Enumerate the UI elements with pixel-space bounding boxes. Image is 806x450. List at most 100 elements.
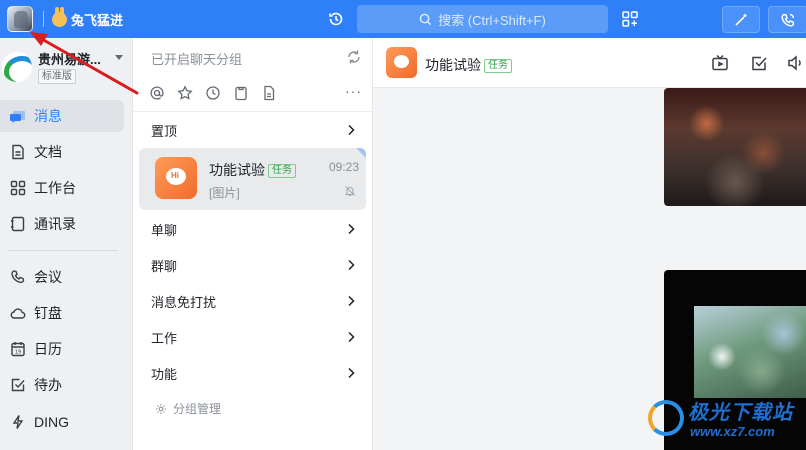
magic-wand-button[interactable] (722, 6, 760, 33)
nav-item-docs[interactable]: 文档 (0, 136, 124, 168)
watermark-text: 极光下载站 (688, 402, 793, 424)
nav-label: DING (34, 414, 69, 430)
at-mention-icon[interactable] (149, 85, 165, 101)
nav-label: 通讯录 (34, 216, 76, 232)
caret-down-icon[interactable] (115, 55, 123, 60)
nav-item-contacts[interactable]: 通讯录 (0, 208, 124, 240)
section-label: 消息免打扰 (151, 294, 217, 310)
section-dnd[interactable]: 消息免打扰 (133, 288, 373, 314)
chevron-right-icon (348, 124, 355, 136)
section-label: 工作 (151, 330, 178, 346)
nav-item-todo[interactable]: 待办 (0, 369, 124, 401)
org-short-name: 兔飞猛进 (71, 12, 124, 28)
chevron-right-icon (348, 223, 355, 235)
watermark-logo (648, 400, 684, 436)
conversation-item[interactable]: 功能试验任务 09:23 [图片] (139, 148, 366, 210)
section-label: 功能 (151, 366, 178, 382)
chevron-right-icon (348, 259, 355, 271)
doc-icon (8, 142, 28, 162)
top-bar: 兔飞猛进 搜索 (Ctrl+Shift+F) (0, 0, 806, 38)
refresh-icon[interactable] (346, 49, 362, 65)
conversation-time: 09:23 (329, 160, 360, 174)
pinned-corner-mark (356, 148, 366, 158)
message-image[interactable] (664, 88, 806, 206)
section-single-chat[interactable]: 单聊 (133, 216, 373, 242)
section-label: 群聊 (151, 258, 178, 274)
conversation-name: 功能试验 任务 (209, 160, 296, 180)
apps-icon[interactable] (621, 10, 639, 28)
chat-icon (8, 106, 28, 126)
clock-icon[interactable] (205, 85, 221, 101)
org-switcher[interactable]: 兔飞猛进 (52, 6, 124, 28)
edition-badge: 标准版 (38, 69, 76, 84)
filter-bar (149, 85, 277, 101)
section-function[interactable]: 功能 (133, 360, 373, 386)
nav-label: 消息 (34, 108, 62, 124)
rabbit-icon (52, 6, 67, 27)
more-icon[interactable]: ··· (345, 83, 362, 99)
history-icon[interactable] (327, 10, 345, 28)
section-pinned[interactable]: 置顶 (133, 117, 373, 143)
chat-title: 功能试验 任务 (425, 55, 512, 75)
search-placeholder: 搜索 (Ctrl+Shift+F) (438, 12, 546, 28)
magic-wand-icon (735, 13, 747, 26)
nav-item-ding[interactable]: DING (0, 406, 124, 438)
conversation-preview: [图片] (209, 186, 240, 200)
group-manage-label: 分组管理 (173, 402, 222, 416)
filter-divider (133, 111, 373, 112)
left-nav: 贵州易游... 标准版 消息 文档 工作台 通讯录 会议 钉盘 19 日历 待办… (0, 38, 133, 450)
conversation-panel: 已开启聊天分组 ··· 置顶 功能试验任务 09:23 [图片] 单聊 群聊 消… (133, 38, 373, 450)
nav-label: 钉盘 (34, 305, 62, 321)
task-tag: 任务 (268, 164, 296, 178)
org-logo[interactable] (2, 52, 32, 82)
nav-item-workbench[interactable]: 工作台 (0, 172, 124, 204)
phone-icon (8, 267, 28, 287)
group-manage-button[interactable]: 分组管理 (155, 400, 221, 417)
check-icon (8, 375, 28, 395)
file-icon[interactable] (261, 85, 277, 101)
nav-item-drive[interactable]: 钉盘 (0, 297, 124, 329)
search-input[interactable]: 搜索 (Ctrl+Shift+F) (357, 5, 608, 33)
chevron-right-icon (348, 295, 355, 307)
chat-avatar[interactable] (386, 47, 417, 78)
chat-pane: 功能试验 任务 极光下载站 www.xz7.com (373, 38, 806, 450)
org-name[interactable]: 贵州易游... (38, 49, 101, 68)
contacts-icon (8, 214, 28, 234)
task-tag: 任务 (484, 59, 512, 73)
chevron-right-icon (348, 367, 355, 379)
clipboard-icon[interactable] (233, 85, 249, 101)
cloud-icon (8, 303, 28, 323)
phone-icon (781, 13, 795, 27)
gear-icon (156, 403, 166, 414)
nav-label: 日历 (34, 341, 62, 357)
search-icon (419, 13, 432, 25)
bolt-icon (8, 412, 28, 432)
task-check-icon[interactable] (750, 54, 768, 72)
section-label: 置顶 (151, 123, 178, 139)
chat-header: 功能试验 任务 (373, 38, 806, 88)
nav-label: 待办 (34, 377, 62, 393)
nav-item-meeting[interactable]: 会议 (0, 261, 124, 293)
nav-label: 工作台 (34, 180, 76, 196)
grid-icon (8, 178, 28, 198)
call-button[interactable] (768, 6, 806, 33)
nav-label: 会议 (34, 269, 62, 285)
speaker-icon[interactable] (787, 54, 805, 72)
tv-icon[interactable] (711, 54, 729, 72)
watermark-url: www.xz7.com (690, 424, 775, 439)
section-label: 单聊 (151, 222, 178, 238)
nav-label: 文档 (34, 144, 62, 160)
conversation-avatar (155, 157, 197, 199)
nav-item-calendar[interactable]: 19 日历 (0, 333, 124, 365)
svg-text:19: 19 (15, 350, 21, 356)
nav-divider (8, 250, 118, 251)
nav-item-messages[interactable]: 消息 (0, 100, 124, 132)
calendar-icon: 19 (8, 339, 28, 359)
group-hint: 已开启聊天分组 (151, 52, 243, 67)
star-icon[interactable] (177, 85, 193, 101)
section-work[interactable]: 工作 (133, 324, 373, 350)
section-group-chat[interactable]: 群聊 (133, 252, 373, 278)
image-frame (694, 306, 806, 398)
user-avatar[interactable] (7, 6, 33, 32)
chevron-right-icon (348, 331, 355, 343)
